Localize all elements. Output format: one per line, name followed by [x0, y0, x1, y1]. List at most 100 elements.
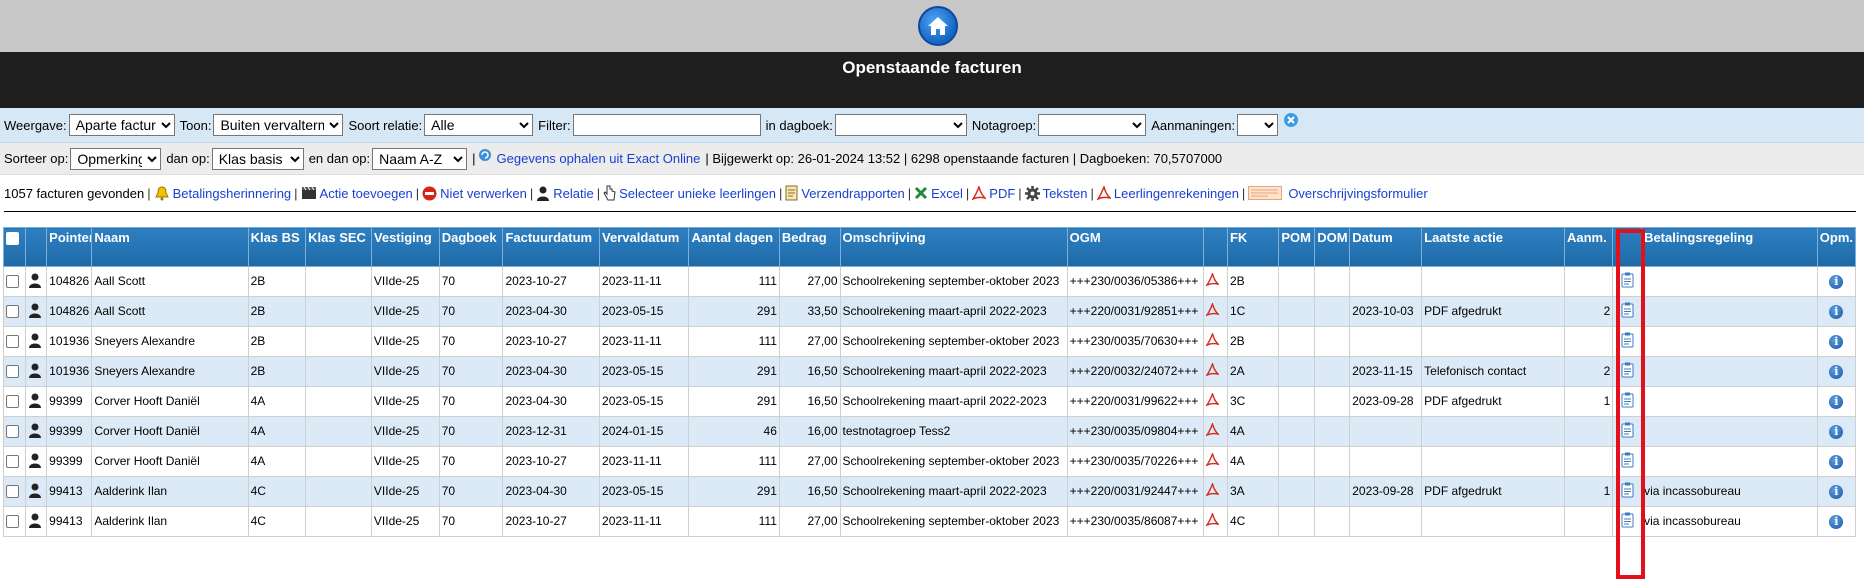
- aanmaningen-select[interactable]: [1237, 114, 1279, 136]
- person-icon[interactable]: [28, 453, 42, 471]
- excel-link[interactable]: Excel: [931, 186, 963, 201]
- header-klas-sec[interactable]: Klas SEC: [305, 227, 372, 267]
- cell-pointer: 101936: [46, 356, 93, 387]
- person-icon[interactable]: [28, 423, 42, 441]
- selecteer-leerlingen-link[interactable]: Selecteer unieke leerlingen: [619, 186, 776, 201]
- info-icon[interactable]: i: [1829, 274, 1844, 289]
- person-icon[interactable]: [28, 333, 42, 351]
- row-checkbox[interactable]: [6, 275, 19, 289]
- person-icon[interactable]: [28, 273, 42, 291]
- info-icon[interactable]: i: [1829, 424, 1844, 439]
- info-icon[interactable]: i: [1829, 484, 1844, 499]
- clipboard-icon[interactable]: [1621, 512, 1634, 531]
- pdf-link[interactable]: PDF: [989, 186, 1015, 201]
- cell-fk: 2B: [1226, 326, 1280, 357]
- clipboard-icon[interactable]: [1621, 482, 1634, 501]
- clipboard-icon[interactable]: [1621, 452, 1634, 471]
- betalingsherinnering-link[interactable]: Betalingsherinnering: [173, 186, 292, 201]
- filter-input[interactable]: [572, 114, 761, 136]
- header-klas-bs[interactable]: Klas BS: [247, 227, 307, 267]
- pdf-icon[interactable]: [1205, 331, 1221, 350]
- person-icon[interactable]: [28, 363, 42, 381]
- row-checkbox[interactable]: [6, 425, 19, 439]
- cell-vestiging: VIIde-25: [370, 506, 440, 537]
- row-checkbox[interactable]: [6, 395, 19, 409]
- clipboard-cell: [1612, 506, 1643, 537]
- cell-betalingsregeling: via incassobureau: [1641, 506, 1818, 537]
- header-betalingsregeling[interactable]: Betalingsregeling: [1641, 227, 1818, 267]
- clipboard-icon[interactable]: [1621, 332, 1634, 351]
- info-icon[interactable]: i: [1829, 394, 1844, 409]
- header-ogm[interactable]: OGM: [1066, 227, 1205, 267]
- row-checkbox[interactable]: [6, 335, 19, 349]
- row-checkbox[interactable]: [6, 485, 19, 499]
- header-clipboard: [1612, 227, 1643, 267]
- cell-factuurdatum: 2023-04-30: [502, 296, 601, 327]
- select-all-checkbox[interactable]: [6, 232, 19, 246]
- header-opm[interactable]: Opm.: [1816, 227, 1857, 267]
- pdf-icon[interactable]: [1205, 481, 1221, 500]
- sorteer-select[interactable]: Opmerkingen: [70, 147, 162, 170]
- row-checkbox[interactable]: [6, 455, 19, 469]
- clear-filter-icon[interactable]: [1283, 112, 1299, 128]
- soort-relatie-select[interactable]: Alle: [424, 114, 534, 136]
- toon-select[interactable]: Buiten vervaltermijn: [213, 114, 344, 136]
- person-icon[interactable]: [28, 393, 42, 411]
- home-button[interactable]: [918, 6, 958, 46]
- niet-verwerken-link[interactable]: Niet verwerken: [440, 186, 527, 201]
- header-aanm[interactable]: Aanm.: [1563, 227, 1614, 267]
- header-pom[interactable]: POM: [1278, 227, 1316, 267]
- clipboard-icon[interactable]: [1621, 422, 1634, 441]
- row-checkbox[interactable]: [6, 515, 19, 529]
- dagboek-select[interactable]: [834, 114, 967, 136]
- header-fk[interactable]: FK: [1226, 227, 1280, 267]
- header-factuurdatum[interactable]: Factuurdatum: [502, 227, 601, 267]
- header-bedrag[interactable]: Bedrag: [778, 227, 841, 267]
- cell-dagboek: 70: [438, 506, 504, 537]
- header-vervaldatum[interactable]: Vervaldatum: [599, 227, 690, 267]
- info-icon[interactable]: i: [1829, 334, 1844, 349]
- pdf-icon[interactable]: [1205, 361, 1221, 380]
- leerlingenrekeningen-link[interactable]: Leerlingenrekeningen: [1114, 186, 1239, 201]
- header-pointer[interactable]: Pointer: [46, 227, 93, 267]
- clipboard-icon[interactable]: [1621, 272, 1634, 291]
- info-icon[interactable]: i: [1829, 514, 1844, 529]
- header-dagboek[interactable]: Dagboek: [438, 227, 504, 267]
- clipboard-icon[interactable]: [1621, 362, 1634, 381]
- cell-fk: 4A: [1226, 416, 1280, 447]
- row-checkbox[interactable]: [6, 305, 19, 319]
- header-naam[interactable]: Naam: [91, 227, 249, 267]
- header-laatste-actie[interactable]: Laatste actie: [1421, 227, 1565, 267]
- person-icon[interactable]: [28, 483, 42, 501]
- exact-online-link[interactable]: Gegevens ophalen uit Exact Online: [497, 151, 701, 166]
- dan-op-select[interactable]: Klas basis A-Z: [211, 147, 304, 170]
- cell-vervaldatum: 2023-11-11: [599, 506, 690, 537]
- header-dom[interactable]: DOM: [1314, 227, 1351, 267]
- pdf-icon[interactable]: [1205, 511, 1221, 530]
- row-checkbox[interactable]: [6, 365, 19, 379]
- header-vestiging[interactable]: Vestiging: [370, 227, 440, 267]
- person-icon[interactable]: [28, 303, 42, 321]
- info-icon[interactable]: i: [1829, 304, 1844, 319]
- clipboard-icon[interactable]: [1621, 392, 1634, 411]
- actie-toevoegen-link[interactable]: Actie toevoegen: [320, 186, 413, 201]
- pdf-icon[interactable]: [1205, 451, 1221, 470]
- pdf-icon[interactable]: [1205, 391, 1221, 410]
- clipboard-icon[interactable]: [1621, 302, 1634, 321]
- info-icon[interactable]: i: [1829, 454, 1844, 469]
- header-aantal-dagen[interactable]: Aantal dagen: [688, 227, 780, 267]
- pdf-icon[interactable]: [1205, 271, 1221, 290]
- info-icon[interactable]: i: [1829, 364, 1844, 379]
- overschrijvingsformulier-link[interactable]: Overschrijvingsformulier: [1288, 186, 1427, 201]
- person-icon[interactable]: [28, 513, 42, 531]
- relatie-link[interactable]: Relatie: [553, 186, 593, 201]
- verzendrapporten-link[interactable]: Verzendrapporten: [801, 186, 904, 201]
- en-dan-op-select[interactable]: Naam A-Z: [372, 147, 468, 170]
- notagroep-select[interactable]: [1038, 114, 1147, 136]
- weergave-select[interactable]: Aparte facturen: [68, 114, 175, 136]
- pdf-icon[interactable]: [1205, 301, 1221, 320]
- header-omschrijving[interactable]: Omschrijving: [839, 227, 1068, 267]
- teksten-link[interactable]: Teksten: [1043, 186, 1088, 201]
- header-datum[interactable]: Datum: [1349, 227, 1423, 267]
- pdf-icon[interactable]: [1205, 421, 1221, 440]
